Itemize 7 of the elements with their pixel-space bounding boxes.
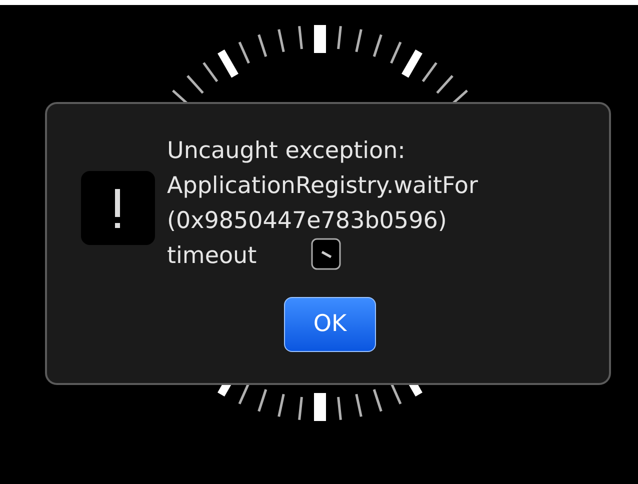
cursor-icon: [311, 238, 341, 270]
error-message-line: ApplicationRegistry.waitFor: [167, 172, 478, 201]
error-message-line: Uncaught exception:: [167, 137, 406, 166]
alert-icon: [81, 171, 155, 245]
error-message-line: timeout: [167, 242, 257, 271]
ok-button[interactable]: OK: [284, 297, 376, 352]
error-message-line: (0x9850447e783b0596): [167, 207, 447, 236]
